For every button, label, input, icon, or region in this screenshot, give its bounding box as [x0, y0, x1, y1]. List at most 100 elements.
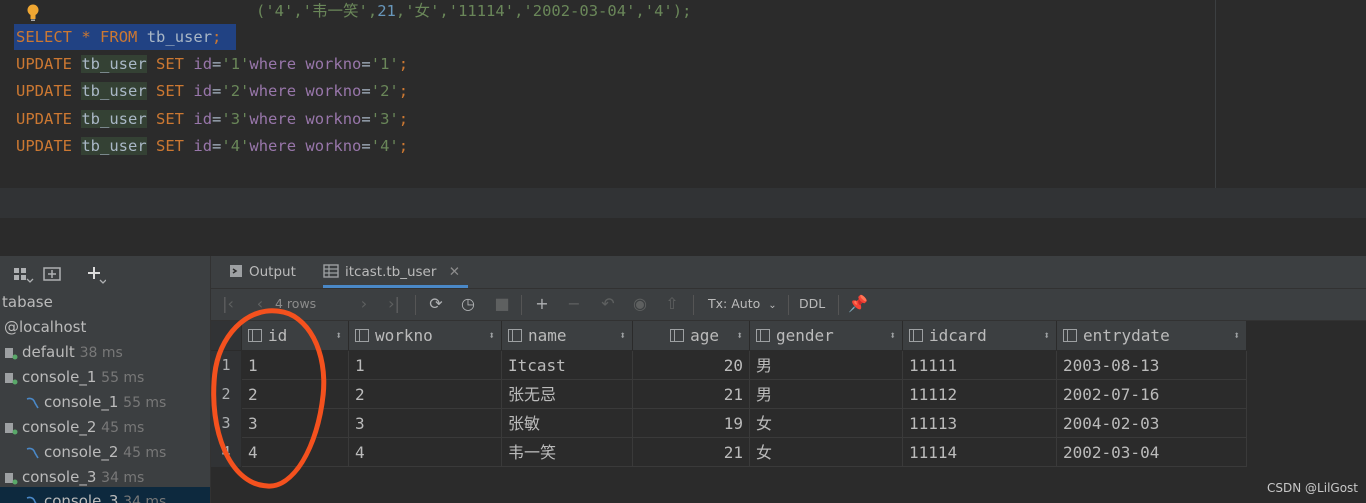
- cell-gender[interactable]: 男: [750, 380, 903, 409]
- cell-age[interactable]: 21: [633, 380, 750, 409]
- cell-idcard[interactable]: 11113: [903, 409, 1057, 438]
- column-icon: [355, 329, 369, 342]
- tree-item-label: console_1: [22, 368, 97, 386]
- add-row-icon[interactable]: +: [531, 293, 553, 315]
- cell-name[interactable]: 张敏: [502, 409, 633, 438]
- next-page-icon[interactable]: ›: [353, 293, 375, 315]
- cell-age[interactable]: 21: [633, 438, 750, 467]
- tree-item-console[interactable]: console_2 45 ms: [4, 415, 144, 439]
- results-tabs: Output itcast.tb_user ✕: [211, 256, 1366, 289]
- results-panel[interactable]: Output itcast.tb_user ✕ |‹ ‹ 4 rows › ›|…: [211, 256, 1366, 503]
- tree-item-default[interactable]: default 38 ms: [4, 340, 123, 364]
- code-token: ',': [284, 2, 313, 20]
- sql-editor[interactable]: ('4','韦一笑',21,'女','11114','2002-03-04','…: [0, 0, 1366, 188]
- cell-workno[interactable]: 2: [349, 380, 502, 409]
- column-header-age[interactable]: age ⬍: [633, 321, 750, 351]
- code-line-select[interactable]: SELECT * FROM tb_user;: [16, 24, 221, 51]
- cell-idcard[interactable]: 11111: [903, 351, 1057, 380]
- sort-icon[interactable]: ⬍: [619, 321, 626, 351]
- column-header-entrydate[interactable]: entrydate ⬍: [1057, 321, 1247, 351]
- cell-entrydate[interactable]: 2003-08-13: [1057, 351, 1247, 380]
- tab-output[interactable]: Output: [229, 256, 296, 288]
- submit-icon[interactable]: ⇧: [661, 293, 683, 315]
- plus-icon[interactable]: [84, 260, 106, 286]
- sort-icon[interactable]: ⬍: [889, 321, 896, 351]
- time-history-icon[interactable]: ◷: [457, 293, 479, 315]
- last-page-icon[interactable]: ›|: [383, 293, 405, 315]
- code-token: tb_user: [81, 110, 147, 128]
- first-page-icon[interactable]: |‹: [217, 293, 239, 315]
- cell-workno[interactable]: 4: [349, 438, 502, 467]
- lightbulb-icon[interactable]: [26, 4, 40, 22]
- splitter[interactable]: [0, 218, 1366, 256]
- tree-item-label: console_2: [44, 443, 119, 461]
- code-token: where: [249, 82, 297, 100]
- cell-gender[interactable]: 女: [750, 438, 903, 467]
- code-token: 21: [377, 2, 396, 20]
- cell-entrydate[interactable]: 2002-07-16: [1057, 380, 1247, 409]
- code-token: '1': [370, 55, 399, 73]
- sort-icon[interactable]: ⬍: [335, 321, 342, 351]
- watermark: CSDN @LilGost: [1267, 481, 1358, 495]
- column-header-gender[interactable]: gender ⬍: [750, 321, 903, 351]
- delete-row-icon[interactable]: −: [563, 293, 585, 315]
- code-line-update[interactable]: UPDATE tb_user SET id='4'where workno='4…: [16, 133, 408, 160]
- sort-icon[interactable]: ⬍: [736, 321, 743, 351]
- grid-layout-icon[interactable]: [12, 260, 34, 286]
- sort-icon[interactable]: ⬍: [488, 321, 495, 351]
- tree-item-label: @localhost: [4, 318, 87, 336]
- revert-icon[interactable]: ↶: [597, 293, 619, 315]
- tab-itcast-tb-user[interactable]: itcast.tb_user ✕: [323, 256, 469, 288]
- cell-gender[interactable]: 男: [750, 351, 903, 380]
- sort-icon[interactable]: ⬍: [1043, 321, 1050, 351]
- code-token: 韦一笑: [312, 2, 359, 20]
- code-token: ;: [398, 110, 409, 128]
- tree-item-host[interactable]: @localhost: [4, 315, 86, 339]
- tx-mode-dropdown[interactable]: Tx: Auto ⌄: [708, 293, 777, 315]
- toolbar-divider: [693, 295, 694, 315]
- cell-gender[interactable]: 女: [750, 409, 903, 438]
- close-icon[interactable]: ✕: [449, 264, 460, 280]
- column-header-name[interactable]: name ⬍: [502, 321, 633, 351]
- ddl-button[interactable]: DDL: [799, 293, 825, 315]
- cell-idcard[interactable]: 11112: [903, 380, 1057, 409]
- cell-name[interactable]: 张无忌: [502, 380, 633, 409]
- tree-item-console[interactable]: console_3 34 ms: [4, 465, 144, 489]
- cell-workno[interactable]: 1: [349, 351, 502, 380]
- database-panel[interactable]: tabase @localhost default 38 ms console_…: [0, 256, 211, 503]
- code-token: '1': [221, 55, 250, 73]
- editor-bottom-bar: [0, 188, 1366, 218]
- code-token: UPDATE: [16, 55, 72, 73]
- cell-age[interactable]: 19: [633, 409, 750, 438]
- sort-icon[interactable]: ⬍: [1233, 321, 1240, 351]
- tree-item-console-file[interactable]: console_1 55 ms: [26, 390, 166, 414]
- tree-item-console-file[interactable]: console_2 45 ms: [26, 440, 166, 464]
- cell-entrydate[interactable]: 2004-02-03: [1057, 409, 1247, 438]
- preview-icon[interactable]: ◉: [629, 293, 651, 315]
- code-line-values[interactable]: ('4','韦一笑',21,'女','11114','2002-03-04','…: [256, 0, 691, 25]
- tree-item-console-file[interactable]: console_3 34 ms: [26, 489, 166, 503]
- cell-name[interactable]: 韦一笑: [502, 438, 633, 467]
- code-token: id: [193, 82, 213, 100]
- code-line-update[interactable]: UPDATE tb_user SET id='2'where workno='2…: [16, 78, 408, 105]
- column-header-idcard[interactable]: idcard ⬍: [903, 321, 1057, 351]
- stop-icon[interactable]: ■: [491, 293, 513, 315]
- refresh-icon[interactable]: ⟳: [425, 293, 447, 315]
- code-token: tb_user: [146, 28, 213, 46]
- code-token: SET: [156, 110, 185, 128]
- cell-idcard[interactable]: 11114: [903, 438, 1057, 467]
- column-icon: [1063, 329, 1077, 342]
- code-line-update[interactable]: UPDATE tb_user SET id='3'where workno='3…: [16, 106, 408, 133]
- column-header-workno[interactable]: workno ⬍: [349, 321, 502, 351]
- cell-age[interactable]: 20: [633, 351, 750, 380]
- cell-entrydate[interactable]: 2002-03-04: [1057, 438, 1247, 467]
- tree-item-console[interactable]: console_1 55 ms: [4, 365, 144, 389]
- session-icon: [5, 472, 18, 484]
- code-token: =: [361, 82, 371, 100]
- code-line-update[interactable]: UPDATE tb_user SET id='1'where workno='1…: [16, 51, 408, 78]
- pin-icon[interactable]: 📌: [847, 293, 869, 315]
- cell-name[interactable]: Itcast: [502, 351, 633, 380]
- tree-item-database[interactable]: tabase: [2, 290, 53, 314]
- cell-workno[interactable]: 3: [349, 409, 502, 438]
- add-datasource-icon[interactable]: [42, 260, 64, 286]
